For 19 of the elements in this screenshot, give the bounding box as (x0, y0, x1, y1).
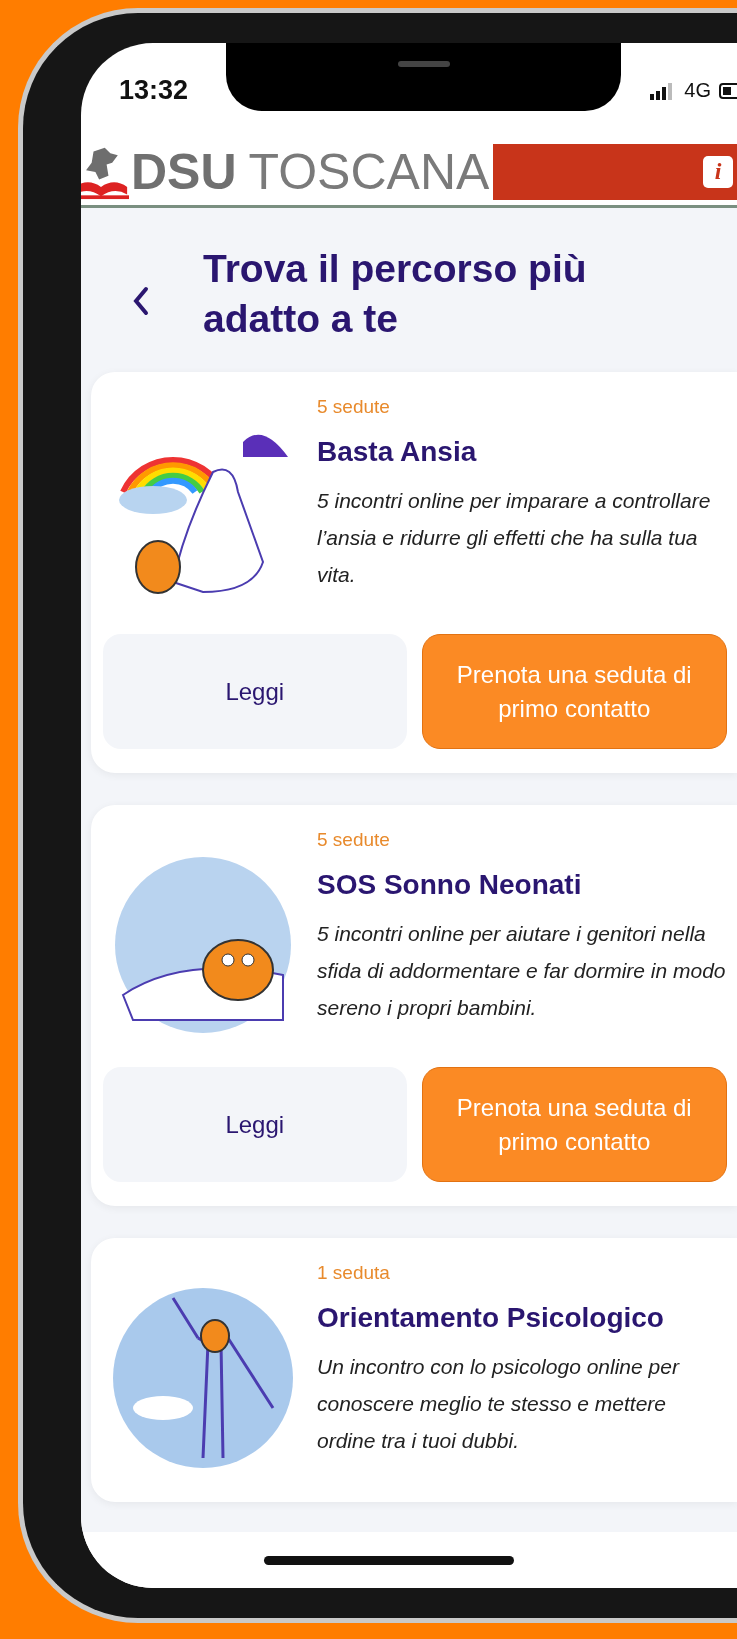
logo-text: DSU (131, 142, 237, 201)
session-count: 1 seduta (317, 1262, 390, 1284)
logo-text: TOSCANA (248, 142, 490, 201)
battery-icon (719, 82, 737, 99)
session-count: 5 sedute (317, 396, 390, 418)
read-button[interactable]: Leggi (103, 1067, 407, 1182)
page-title: Trova il percorso più adatto a te (203, 246, 588, 342)
course-description: 5 incontri online per aiutare i genitori nella sfida di addormentare e far dormire in modo sereno i propri bambini. (317, 921, 727, 1021)
network-label: 4G (684, 79, 711, 102)
course-title: Basta Ansia (317, 436, 477, 468)
course-title: SOS Sonno Neonati (317, 869, 582, 901)
read-button[interactable]: Leggi (103, 634, 407, 749)
back-icon[interactable] (131, 284, 151, 318)
course-description: Un incontro con lo psicologo online per conoscere meglio te stesso e mettere ordine tra i tuoi dubbi. (317, 1354, 681, 1454)
course-title: Orientamento Psicologico (317, 1302, 664, 1334)
course-description: 5 incontri online per imparare a controllare l’ansia e ridurre gli effetti che ha sulla tua vita. (317, 488, 712, 588)
session-count: 5 sedute (317, 829, 390, 851)
status-time: 13:32 (119, 75, 189, 106)
info-button[interactable]: i (703, 155, 733, 188)
